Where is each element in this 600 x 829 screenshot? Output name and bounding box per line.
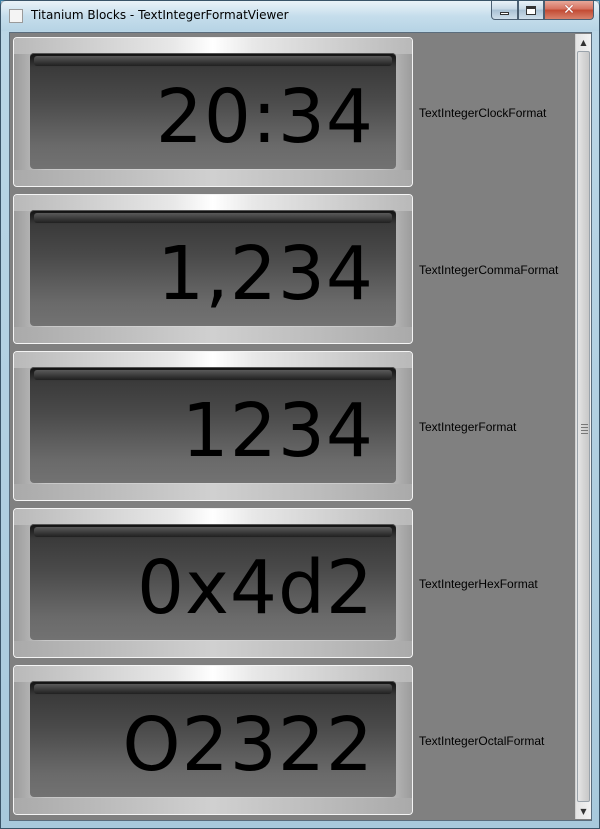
grip-icon <box>581 422 588 436</box>
arrow-down-icon: ▼ <box>580 806 587 816</box>
display-screen: 1234 <box>30 367 396 483</box>
maximize-button[interactable] <box>518 1 544 20</box>
content-area: 20:34 TextIntegerClockFormat 1,234 TextI… <box>9 32 592 821</box>
scroll-up-button[interactable]: ▲ <box>576 34 591 50</box>
minimize-button[interactable] <box>491 1 518 20</box>
display-screen: 20:34 <box>30 53 396 169</box>
app-icon[interactable] <box>9 9 23 23</box>
format-label: TextIntegerFormat <box>419 420 517 434</box>
vertical-scrollbar[interactable]: ▲ ▼ <box>575 34 591 819</box>
display-screen: 1,234 <box>30 210 396 326</box>
format-row-hex: 0x4d2 TextIntegerHexFormat <box>13 508 538 658</box>
display-value: O2322 <box>122 702 374 788</box>
maximize-icon <box>526 5 536 15</box>
close-button[interactable]: ✕ <box>544 1 594 20</box>
scrollbar-thumb[interactable] <box>577 51 590 802</box>
format-row-decimal: 1234 TextIntegerFormat <box>13 351 516 501</box>
display-value: 1,234 <box>157 231 374 317</box>
display-value: 20:34 <box>155 74 374 160</box>
display-screen: 0x4d2 <box>30 524 396 640</box>
format-row-octal: O2322 TextIntegerOctalFormat <box>13 665 544 815</box>
scroll-down-button[interactable]: ▼ <box>576 803 591 819</box>
close-icon: ✕ <box>563 2 575 18</box>
window-title: Titanium Blocks - TextIntegerFormatViewe… <box>31 8 289 22</box>
minimize-icon <box>500 11 509 15</box>
format-row-comma: 1,234 TextIntegerCommaFormat <box>13 194 558 344</box>
app-window: Titanium Blocks - TextIntegerFormatViewe… <box>0 0 600 829</box>
format-label: TextIntegerCommaFormat <box>419 263 559 277</box>
arrow-up-icon: ▲ <box>580 37 587 47</box>
format-label: TextIntegerHexFormat <box>419 577 538 591</box>
format-label: TextIntegerOctalFormat <box>419 734 545 748</box>
format-row-clock: 20:34 TextIntegerClockFormat <box>13 37 546 187</box>
display-screen: O2322 <box>30 681 396 797</box>
display-value: 1234 <box>181 388 374 474</box>
display-value: 0x4d2 <box>136 545 374 631</box>
format-label: TextIntegerClockFormat <box>419 106 547 120</box>
